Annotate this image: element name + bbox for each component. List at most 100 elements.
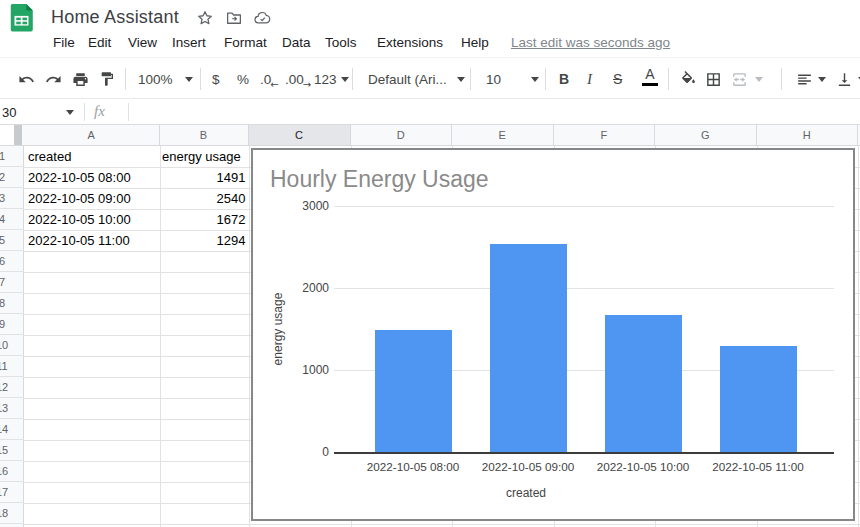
- corner-cell[interactable]: [0, 125, 14, 145]
- chart-x-axis-title: created: [466, 486, 586, 500]
- row-header-7[interactable]: 7: [0, 272, 24, 293]
- redo-button[interactable]: [45, 70, 62, 88]
- text-color-button[interactable]: A: [642, 67, 658, 85]
- row-header-4[interactable]: 4: [0, 209, 24, 230]
- chart-y-tick-label: 2000: [269, 281, 329, 295]
- chart-gridline: [334, 288, 834, 289]
- row-header-11[interactable]: 11: [0, 356, 24, 377]
- menu-tools[interactable]: Tools: [325, 35, 357, 50]
- paint-format-button[interactable]: [99, 70, 115, 88]
- menu-insert[interactable]: Insert: [172, 35, 206, 50]
- cell-A2[interactable]: 2022-10-05 08:00: [28, 167, 156, 188]
- chart-x-tick-label: 2022-10-05 08:00: [353, 460, 473, 473]
- column-header-C[interactable]: C: [249, 125, 351, 145]
- divider: [200, 68, 201, 90]
- chart-bar-2[interactable]: [490, 244, 567, 452]
- corner-cell-edge: [14, 125, 22, 145]
- cell-A4[interactable]: 2022-10-05 10:00: [28, 209, 156, 230]
- row-header-1[interactable]: 1: [0, 146, 24, 167]
- column-header-G[interactable]: G: [655, 125, 757, 145]
- cloud-saved-icon[interactable]: [253, 9, 271, 27]
- menu-data[interactable]: Data: [282, 35, 311, 50]
- font-select[interactable]: Default (Ari...: [368, 70, 465, 88]
- undo-button[interactable]: [18, 70, 35, 88]
- row-header-8[interactable]: 8: [0, 293, 24, 314]
- document-title[interactable]: Home Assistant: [51, 7, 179, 28]
- chart-y-tick-label: 1000: [269, 363, 329, 377]
- cell-A1[interactable]: created: [28, 146, 156, 167]
- column-header-A[interactable]: A: [24, 125, 160, 145]
- divider: [470, 68, 471, 90]
- font-size-select[interactable]: 10: [486, 70, 539, 88]
- horizontal-align-button[interactable]: [796, 70, 826, 88]
- format-currency-button[interactable]: $: [212, 70, 220, 88]
- row-header-6[interactable]: 6: [0, 251, 24, 272]
- chart-bar-3[interactable]: [605, 315, 682, 452]
- name-box-caret-icon[interactable]: [66, 110, 74, 115]
- zoom-select[interactable]: 100%: [138, 70, 193, 88]
- row-header-17[interactable]: 17: [0, 482, 24, 503]
- row-header-5[interactable]: 5: [0, 230, 24, 251]
- more-formats-button[interactable]: 123: [314, 70, 349, 88]
- format-percent-button[interactable]: %: [237, 70, 249, 88]
- row-header-14[interactable]: 14: [0, 419, 24, 440]
- embedded-chart[interactable]: Hourly Energy Usage energy usage 3000200…: [251, 148, 855, 521]
- bold-button[interactable]: B: [559, 70, 569, 88]
- divider: [0, 57, 860, 58]
- chart-x-tick-label: 2022-10-05 09:00: [468, 460, 588, 473]
- increase-decimal-button[interactable]: .00→: [285, 70, 312, 88]
- row-header-3[interactable]: 3: [0, 188, 24, 209]
- column-header-B[interactable]: B: [160, 125, 249, 145]
- row-header-12[interactable]: 12: [0, 377, 24, 398]
- column-header-E[interactable]: E: [452, 125, 554, 145]
- chart-y-tick-label: 3000: [269, 199, 329, 213]
- column-header-D[interactable]: D: [351, 125, 453, 145]
- menu-help[interactable]: Help: [461, 35, 489, 50]
- gridline: [24, 524, 860, 525]
- gridline: [858, 146, 859, 527]
- cell-B1[interactable]: energy usage: [162, 146, 246, 167]
- row-header-18[interactable]: 18: [0, 503, 24, 524]
- row-header-10[interactable]: 10: [0, 335, 24, 356]
- chart-bar-4[interactable]: [720, 346, 797, 452]
- star-icon[interactable]: [196, 9, 214, 27]
- cell-A5[interactable]: 2022-10-05 11:00: [28, 230, 156, 251]
- dropdown-caret-icon: [185, 77, 193, 82]
- chart-title: Hourly Energy Usage: [270, 166, 489, 193]
- menu-extensions[interactable]: Extensions: [377, 35, 443, 50]
- fill-color-button[interactable]: [680, 70, 697, 88]
- menu-edit[interactable]: Edit: [88, 35, 111, 50]
- italic-button[interactable]: I: [587, 70, 592, 88]
- row-header-13[interactable]: 13: [0, 398, 24, 419]
- cell-A3[interactable]: 2022-10-05 09:00: [28, 188, 156, 209]
- column-header-H[interactable]: H: [757, 125, 859, 145]
- cell-B4[interactable]: 1672: [162, 209, 246, 230]
- row-header-9[interactable]: 9: [0, 314, 24, 335]
- row-header-15[interactable]: 15: [0, 440, 24, 461]
- menu-file[interactable]: File: [53, 35, 75, 50]
- row-header-2[interactable]: 2: [0, 167, 24, 188]
- sheets-logo-icon[interactable]: [7, 3, 36, 32]
- name-box[interactable]: 30: [2, 105, 16, 120]
- menu-view[interactable]: View: [128, 35, 157, 50]
- menu-format[interactable]: Format: [224, 35, 267, 50]
- merge-cells-button[interactable]: [731, 70, 763, 88]
- row-header-16[interactable]: 16: [0, 461, 24, 482]
- cell-B3[interactable]: 2540: [162, 188, 246, 209]
- chart-bar-1[interactable]: [375, 330, 452, 452]
- move-folder-icon[interactable]: [225, 9, 243, 27]
- cell-B2[interactable]: 1491: [162, 167, 246, 188]
- cell-B5[interactable]: 1294: [162, 230, 246, 251]
- dropdown-caret-icon: [818, 77, 826, 82]
- dropdown-caret-icon: [531, 77, 539, 82]
- last-edit-status[interactable]: Last edit was seconds ago: [511, 35, 670, 50]
- row-headers: 123456789101112131415161718: [0, 146, 24, 527]
- decrease-decimal-button[interactable]: .0←: [260, 70, 280, 88]
- print-button[interactable]: [72, 70, 89, 88]
- borders-button[interactable]: [705, 70, 722, 88]
- gridline: [249, 146, 250, 527]
- strikethrough-button[interactable]: S: [613, 70, 622, 88]
- divider: [352, 68, 353, 90]
- vertical-align-button[interactable]: [836, 70, 860, 88]
- column-header-F[interactable]: F: [554, 125, 656, 145]
